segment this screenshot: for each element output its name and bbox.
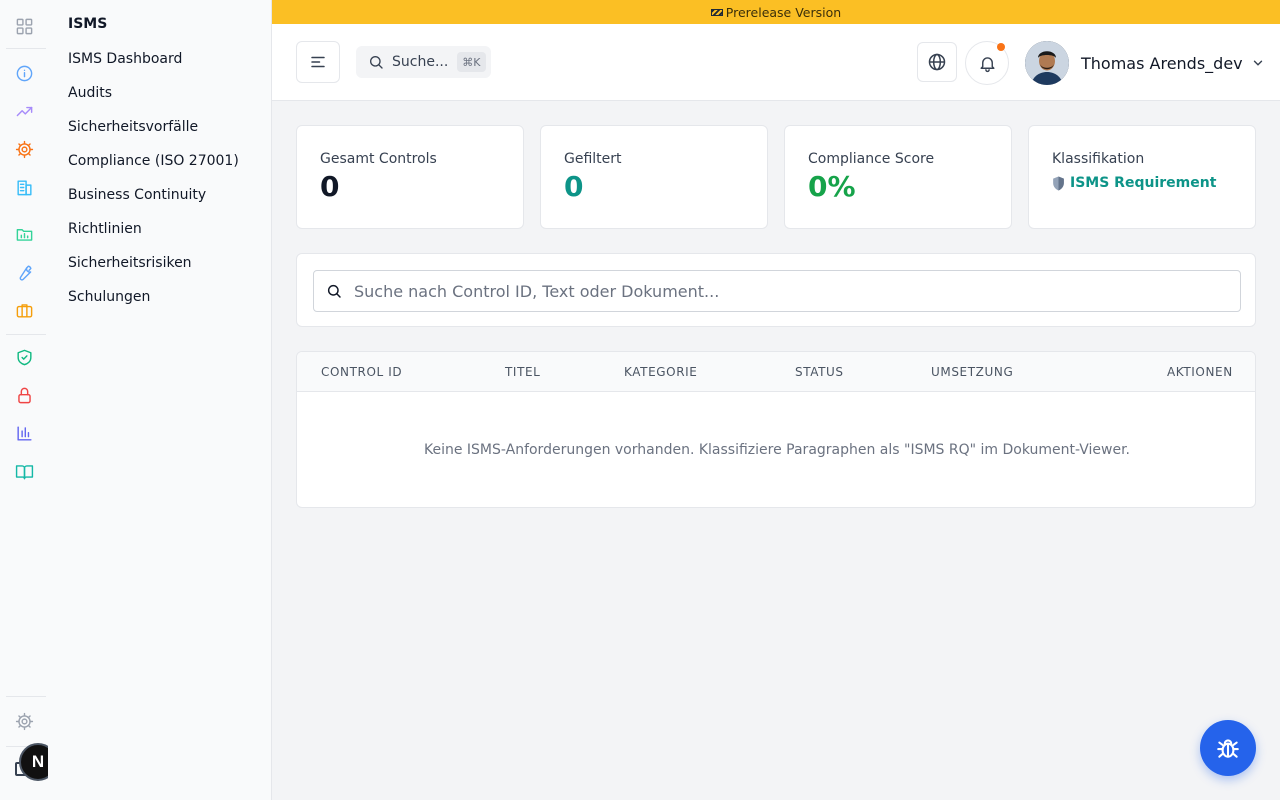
shield-check-icon[interactable] — [12, 345, 36, 369]
isms-requirement-link[interactable]: ISMS Requirement — [1052, 175, 1216, 191]
column-header-status[interactable]: STATUS — [795, 365, 844, 379]
subnav-item-richtlinien[interactable]: Richtlinien — [68, 221, 142, 237]
search-icon — [370, 56, 383, 69]
stat-label: Compliance Score — [808, 151, 935, 167]
empty-state-message: Keine ISMS-Anforderungen vorhanden. Klas… — [423, 442, 1131, 458]
language-button[interactable] — [917, 42, 957, 82]
subnav-item-sicherheitsvorfaelle[interactable]: Sicherheitsvorfälle — [68, 119, 198, 135]
classification-label: ISMS Requirement — [1070, 175, 1217, 191]
user-name: Thomas Arends_dev — [1081, 53, 1243, 73]
building-icon[interactable] — [12, 175, 36, 199]
top-header: Suche... ⌘K Thomas Arends_dev — [272, 24, 1280, 101]
table-header: CONTROL ID TITEL KATEGORIE STATUS UMSETZ… — [297, 352, 1255, 392]
stat-label: Gesamt Controls — [320, 151, 437, 167]
control-search-input[interactable] — [354, 281, 1214, 301]
bug-icon — [1217, 739, 1239, 758]
briefcase-icon[interactable] — [12, 298, 36, 322]
subnav-item-sicherheitsrisiken[interactable]: Sicherheitsrisiken — [68, 255, 192, 271]
stat-card-compliance-score: Compliance Score 0% — [784, 125, 1012, 229]
subnav-item-compliance[interactable]: Compliance (ISO 27001) — [68, 153, 239, 169]
banner-text: Prerelease Version — [725, 4, 842, 20]
isms-subnav: ISMS ISMS Dashboard Audits Sicherheitsvo… — [48, 0, 272, 800]
globe-icon — [928, 53, 946, 71]
subnav-item-business-continuity[interactable]: Business Continuity — [68, 187, 206, 203]
user-menu[interactable]: Thomas Arends_dev — [1025, 41, 1265, 85]
column-header-umsetzung[interactable]: UMSETZUNG — [931, 365, 1013, 379]
column-header-kategorie[interactable]: KATEGORIE — [624, 365, 697, 379]
notifications-button[interactable] — [965, 41, 1009, 85]
chevron-down-icon — [1253, 60, 1262, 66]
gear-icon[interactable] — [12, 709, 36, 733]
rail-divider — [6, 48, 46, 49]
rail-divider — [6, 334, 46, 335]
column-header-control-id[interactable]: CONTROL ID — [321, 365, 402, 379]
grid-icon[interactable] — [12, 14, 36, 38]
stat-card-classification: Klassifikation ISMS Requirement — [1028, 125, 1256, 229]
global-search-button[interactable]: Suche... ⌘K — [356, 46, 491, 78]
construction-icon — [710, 8, 723, 16]
menu-icon — [311, 56, 325, 68]
controls-table: CONTROL ID TITEL KATEGORIE STATUS UMSETZ… — [296, 351, 1256, 508]
bell-icon — [979, 56, 995, 72]
chart-folder-icon[interactable] — [12, 222, 36, 246]
shield-icon — [1053, 176, 1064, 190]
control-search-card — [296, 253, 1256, 327]
avatar — [1025, 41, 1069, 85]
icon-rail: N — [0, 0, 57, 800]
rail-divider — [6, 696, 46, 697]
column-header-titel[interactable]: TITEL — [505, 365, 540, 379]
subnav-item-isms-dashboard[interactable]: ISMS Dashboard — [68, 51, 182, 67]
stat-label: Klassifikation — [1052, 151, 1145, 167]
bar-chart-icon[interactable] — [12, 421, 36, 445]
badge-letter: N — [31, 752, 45, 771]
info-icon[interactable] — [12, 61, 36, 85]
shortcut-hint: ⌘K — [457, 52, 486, 72]
trending-up-icon[interactable] — [12, 99, 36, 123]
stat-card-filtered: Gefiltert 0 — [540, 125, 768, 229]
subnav-title: ISMS — [68, 16, 108, 32]
book-open-icon[interactable] — [12, 459, 36, 483]
prerelease-banner: Prerelease Version — [272, 0, 1280, 24]
bug-report-button[interactable] — [1200, 720, 1256, 776]
settings-cog-icon[interactable] — [12, 137, 36, 161]
stat-value: 0% — [808, 170, 856, 203]
subnav-item-audits[interactable]: Audits — [68, 85, 112, 101]
stat-label: Gefiltert — [564, 151, 622, 167]
stat-value: 0 — [320, 170, 340, 203]
notification-dot — [997, 43, 1005, 51]
control-search-field[interactable] — [313, 270, 1241, 312]
stat-card-total-controls: Gesamt Controls 0 — [296, 125, 524, 229]
lock-icon[interactable] — [12, 383, 36, 407]
stat-value: 0 — [564, 170, 584, 203]
column-header-aktionen: AKTIONEN — [1167, 365, 1233, 379]
menu-toggle-button[interactable] — [296, 41, 340, 83]
search-label: Suche... — [392, 54, 449, 70]
search-icon — [327, 284, 341, 298]
wrench-icon[interactable] — [12, 260, 36, 284]
subnav-item-schulungen[interactable]: Schulungen — [68, 289, 150, 305]
